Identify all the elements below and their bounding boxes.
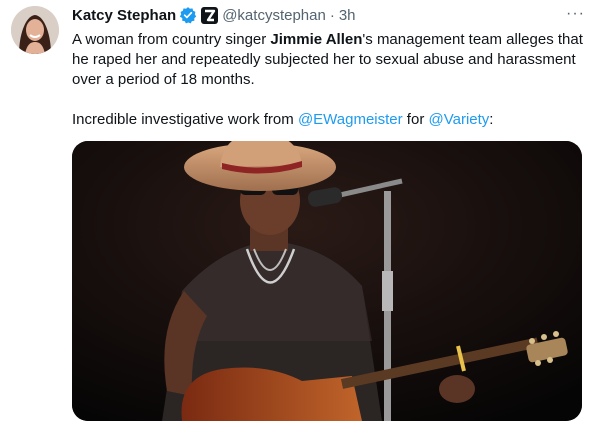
- profile-photo: [11, 6, 59, 54]
- avatar[interactable]: [11, 6, 59, 54]
- tweet-header: Katcy Stephan @katcystephan · 3h ···: [72, 4, 585, 26]
- text-segment: :: [489, 111, 494, 128]
- timestamp[interactable]: 3h: [339, 7, 356, 24]
- concert-photo: [72, 141, 582, 421]
- author-name[interactable]: Katcy Stephan: [72, 7, 176, 24]
- text-segment: for: [402, 111, 429, 128]
- bold-name: Jimmie Allen: [270, 31, 363, 48]
- verified-badge-icon: [179, 6, 197, 24]
- tweet-paragraph-1: A woman from country singer Jimmie Allen…: [72, 30, 587, 90]
- tweet-paragraph-2: Incredible investigative work from @EWag…: [72, 110, 587, 130]
- mention-link-ewagmeister[interactable]: @EWagmeister: [298, 111, 403, 128]
- author-handle[interactable]: @katcystephan: [222, 7, 326, 24]
- mention-link-variety[interactable]: @Variety: [428, 111, 489, 128]
- tweet-text: A woman from country singer Jimmie Allen…: [72, 30, 587, 130]
- tweet-media-photo[interactable]: [72, 141, 582, 421]
- text-segment: A woman from country singer: [72, 31, 271, 48]
- text-segment: Incredible investigative work from: [72, 111, 298, 128]
- separator-dot: ·: [329, 6, 335, 24]
- more-options-icon[interactable]: ···: [566, 5, 585, 23]
- affiliate-badge-icon[interactable]: [201, 6, 219, 24]
